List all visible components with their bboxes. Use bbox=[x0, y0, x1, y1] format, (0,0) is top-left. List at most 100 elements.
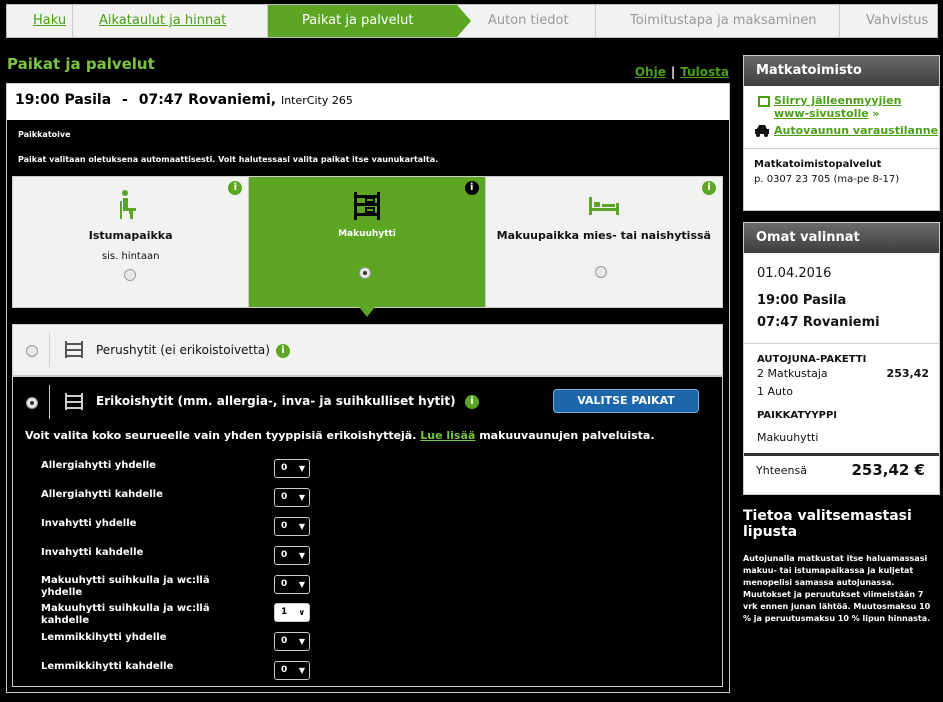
type-radio[interactable] bbox=[359, 267, 372, 279]
type-radio[interactable] bbox=[124, 269, 136, 281]
step-label: Paikat ja palvelut bbox=[302, 13, 414, 28]
row-label: Makuuhytti suihkulla ja wc:llä kahdelle bbox=[41, 603, 210, 626]
seat-icon bbox=[119, 190, 136, 219]
type-radio[interactable] bbox=[594, 266, 607, 278]
step-haku[interactable]: Haku bbox=[7, 5, 73, 37]
arrival: 07:47 Rovaniemi bbox=[757, 315, 880, 330]
service-title: Matkatoimistopalvelut bbox=[754, 159, 882, 170]
ticket-info-text: Autojunalla matkustat itse haluamassasi … bbox=[743, 554, 931, 623]
car-wagon-link[interactable]: Autovaunun varaustilanne bbox=[774, 124, 938, 137]
type-berth-men-women[interactable]: i Makuupaikka mies- tai naishytissä bbox=[485, 177, 722, 307]
step-auton-tiedot: Auton tiedot bbox=[458, 5, 596, 37]
quantity-select[interactable]: 0 ▼ bbox=[274, 632, 310, 651]
quantity-select[interactable]: 0 ▼ bbox=[274, 575, 310, 594]
row-label: Makuuhytti suihkulla ja wc:llä yhdelle bbox=[41, 575, 210, 598]
choose-seats-button[interactable]: VALITSE PAIKAT bbox=[553, 389, 699, 413]
dash: - bbox=[122, 92, 128, 108]
select-value: 0 bbox=[281, 463, 288, 473]
ticket-info-title: Tietoa valitsemastasi lipusta bbox=[743, 508, 912, 540]
info-icon[interactable]: i bbox=[465, 395, 479, 409]
main-panel: 19:00 Pasila - 07:47 Rovaniemi, InterCit… bbox=[6, 83, 730, 693]
help-links: Ohje | Tulosta bbox=[635, 65, 729, 79]
chevron-down-icon: ▼ bbox=[298, 637, 305, 646]
type-sleeper-cabin[interactable]: i Makuuhytti bbox=[249, 177, 486, 317]
chevron-down-icon: ▼ bbox=[298, 666, 305, 675]
bunk-bed-icon bbox=[65, 341, 83, 358]
quantity-select[interactable]: 0 ▼ bbox=[274, 546, 310, 565]
type-label: Makuupaikka mies- tai naishytissä bbox=[496, 229, 711, 242]
select-value: 0 bbox=[281, 492, 288, 502]
step-vahvistus: Vahvistus bbox=[840, 5, 937, 37]
info-icon[interactable]: i bbox=[701, 181, 716, 195]
help-link[interactable]: Ohje bbox=[635, 65, 666, 79]
quantity-select[interactable]: 0 ▼ bbox=[274, 488, 310, 507]
phone: p. 0307 23 705 (ma-pe 8-17) bbox=[754, 174, 900, 185]
departure: 19:00 Pasila bbox=[757, 293, 847, 308]
print-link[interactable]: Tulosta bbox=[680, 65, 729, 79]
agency-title: Matkatoimisto bbox=[744, 56, 939, 86]
info-icon[interactable]: i bbox=[228, 181, 243, 195]
step-aikataulut[interactable]: Aikataulut ja hinnat bbox=[73, 5, 268, 37]
total-price: 253,42 € bbox=[851, 461, 925, 479]
external-link-icon bbox=[758, 96, 770, 107]
train-type: InterCity 265 bbox=[280, 94, 353, 107]
chevron-down-icon: ▼ bbox=[298, 580, 305, 589]
bunk-bed-icon bbox=[353, 192, 380, 220]
step-label: Toimitustapa ja maksaminen bbox=[630, 13, 817, 28]
row-label: Allergiahytti yhdelle bbox=[41, 460, 156, 471]
seat-type: Makuuhytti bbox=[757, 431, 819, 444]
step-label: Vahvistus bbox=[866, 13, 929, 28]
info-icon[interactable]: i bbox=[464, 181, 479, 195]
note-text: Voit valita koko seurueelle vain yhden t… bbox=[25, 429, 417, 442]
info-icon[interactable]: i bbox=[276, 344, 290, 358]
cabin-label: Perushytit (ei erikoistoivetta) bbox=[96, 343, 270, 357]
reseller-link[interactable]: Siirry jälleenmyyjien www-sivustolle » bbox=[774, 94, 929, 120]
row-label: Invahytti kahdelle bbox=[41, 547, 144, 558]
step-paikat: Paikat ja palvelut bbox=[268, 5, 471, 37]
departure: 19:00 Pasila bbox=[15, 92, 112, 108]
car-count: 1 Auto bbox=[757, 385, 794, 398]
step-label: Haku bbox=[33, 13, 67, 28]
cabin-radio[interactable] bbox=[26, 345, 38, 357]
quantity-select[interactable]: 0 ▼ bbox=[274, 459, 310, 478]
progress-steps: Haku Aikataulut ja hinnat Paikat ja palv… bbox=[6, 4, 938, 38]
select-value: 0 bbox=[281, 579, 288, 589]
chevron-down-icon: ▼ bbox=[298, 522, 305, 531]
read-more-link[interactable]: Lue lisää bbox=[420, 429, 475, 442]
cabin-option-special[interactable]: Erikoishytit (mm. allergia-, inva- ja su… bbox=[12, 376, 723, 687]
select-value: 0 bbox=[281, 521, 288, 531]
divider bbox=[49, 385, 50, 419]
step-label: Aikataulut ja hinnat bbox=[99, 13, 227, 28]
agency-body: Siirry jälleenmyyjien www-sivustolle » A… bbox=[744, 86, 939, 210]
bed-icon bbox=[588, 197, 619, 215]
separator: | bbox=[670, 65, 676, 79]
row-label: Invahytti yhdelle bbox=[41, 518, 137, 529]
row-label: Lemmikkihytti kahdelle bbox=[41, 661, 174, 672]
special-cabin-note: Voit valita koko seurueelle vain yhden t… bbox=[25, 429, 655, 442]
chevron-down-icon: ∨ bbox=[298, 608, 306, 617]
package-name: AUTOJUNA-PAKETTI bbox=[757, 354, 867, 365]
package-price: 253,42 bbox=[886, 367, 929, 380]
agency-box: Matkatoimisto Siirry jälleenmyyjien www-… bbox=[743, 55, 940, 211]
seat-type-heading: PAIKKATYYPPI bbox=[757, 410, 838, 421]
cabin-option-basic[interactable]: Perushytit (ei erikoistoivetta) i bbox=[12, 324, 723, 376]
chevron-down-icon: ▼ bbox=[298, 551, 305, 560]
travel-date: 01.04.2016 bbox=[757, 266, 832, 281]
note-text: makuuvaunujen palveluista. bbox=[479, 429, 655, 442]
select-value: 0 bbox=[281, 636, 288, 646]
quantity-select[interactable]: 1 ∨ bbox=[274, 603, 310, 622]
type-seat[interactable]: i Istumapaikka sis. hintaan bbox=[13, 177, 250, 307]
cabin-radio[interactable] bbox=[26, 397, 38, 409]
seat-wish-heading: Paikkatoive bbox=[18, 130, 71, 139]
page-title: Paikat ja palvelut bbox=[7, 55, 155, 73]
choices-body: 01.04.2016 19:00 Pasila 07:47 Rovaniemi … bbox=[744, 253, 939, 494]
seat-wish-text: Paikat valitaan oletuksena automaattises… bbox=[18, 155, 439, 164]
total-label: Yhteensä bbox=[756, 464, 807, 477]
divider bbox=[744, 343, 939, 344]
bunk-bed-icon bbox=[65, 393, 83, 410]
quantity-select[interactable]: 0 ▼ bbox=[274, 517, 310, 536]
step-label: Auton tiedot bbox=[488, 13, 569, 28]
quantity-select[interactable]: 0 ▼ bbox=[274, 661, 310, 680]
row-label: Lemmikkihytti yhdelle bbox=[41, 632, 167, 643]
type-sub: sis. hintaan bbox=[101, 251, 160, 262]
